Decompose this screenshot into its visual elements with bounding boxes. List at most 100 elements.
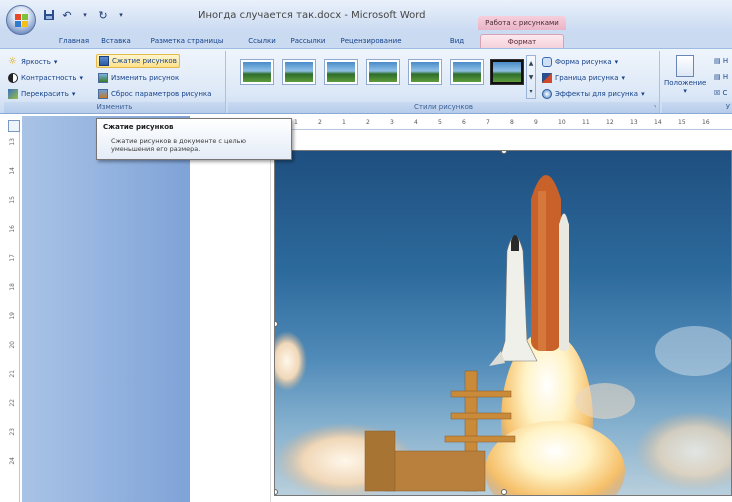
customize-qat-icon[interactable]: ▾ bbox=[114, 8, 128, 22]
vertical-ruler[interactable]: 13 14 15 16 17 18 19 20 21 22 23 24 bbox=[6, 132, 20, 502]
title-bar: ↶ ▾ ↻ ▾ Иногда случается так.docx - Micr… bbox=[0, 0, 732, 35]
brightness-button[interactable]: ☼ Яркость ▾ bbox=[8, 55, 57, 69]
office-logo-icon bbox=[15, 14, 28, 27]
ruler-number: 14 bbox=[654, 119, 662, 126]
arrange-group-label: У bbox=[662, 102, 732, 113]
ruler-number: 7 bbox=[486, 119, 490, 126]
ruler-number: 19 bbox=[9, 312, 16, 320]
ribbon-tabs: Главная Вставка Разметка страницы Ссылки… bbox=[0, 32, 732, 48]
picture-shape-button[interactable]: Форма рисунка ▾ bbox=[542, 55, 618, 69]
ruler-number: 4 bbox=[414, 119, 418, 126]
picture-style-1[interactable] bbox=[240, 59, 274, 85]
ruler-number: 16 bbox=[702, 119, 710, 126]
picture-style-2[interactable] bbox=[282, 59, 316, 85]
scroll-up-icon[interactable]: ▲ bbox=[529, 60, 534, 67]
recolor-button[interactable]: Перекрасить ▾ bbox=[8, 87, 75, 101]
save-icon[interactable] bbox=[42, 8, 56, 22]
scroll-down-icon[interactable]: ▼ bbox=[529, 74, 534, 81]
position-button[interactable]: Положение ▾ bbox=[664, 55, 706, 95]
ruler-number: 12 bbox=[606, 119, 614, 126]
picture-style-5[interactable] bbox=[408, 59, 442, 85]
recolor-icon bbox=[8, 89, 18, 99]
contrast-button[interactable]: Контрастность ▾ bbox=[8, 71, 83, 85]
contrast-icon bbox=[8, 73, 18, 83]
shuttle-launch-image bbox=[275, 175, 731, 495]
tooltip-description: Сжатие рисунков в документе с целью умен… bbox=[111, 137, 246, 153]
compress-pictures-tooltip: Сжатие рисунков Сжатие рисунков в докуме… bbox=[96, 118, 292, 160]
ruler-number: 13 bbox=[630, 119, 638, 126]
picture-style-6[interactable] bbox=[450, 59, 484, 85]
tab-mailings[interactable]: Рассылки bbox=[288, 34, 328, 48]
redo-icon[interactable]: ↻ bbox=[96, 8, 110, 22]
shape-icon bbox=[542, 57, 552, 67]
office-button[interactable] bbox=[6, 5, 36, 35]
ruler-number: 20 bbox=[9, 341, 16, 349]
picture-border-button[interactable]: Граница рисунка ▾ bbox=[542, 71, 625, 85]
ruler-number: 15 bbox=[9, 196, 16, 204]
horizontal-ruler[interactable]: 1 2 1 2 3 4 5 6 7 8 9 10 11 12 13 14 15 16 bbox=[290, 116, 732, 130]
styles-gallery-scroll[interactable]: ▲ ▼ ▾ bbox=[526, 55, 536, 99]
ruler-number: 11 bbox=[582, 119, 590, 126]
page-margin-line bbox=[270, 130, 271, 502]
picture-effects-button[interactable]: Эффекты для рисунка ▾ bbox=[542, 87, 645, 101]
tab-selector[interactable] bbox=[8, 120, 20, 132]
picture-tools-context-label: Работа с рисунками bbox=[478, 16, 566, 30]
arrange-group: Положение ▾ ▤ H ▤ H ☒ С У bbox=[662, 51, 732, 113]
reset-picture-icon bbox=[98, 89, 108, 99]
ruler-number: 1 bbox=[342, 119, 346, 126]
tab-references[interactable]: Ссылки bbox=[244, 34, 280, 48]
compress-pictures-button[interactable]: Сжатие рисунков bbox=[96, 54, 180, 68]
ruler-number: 23 bbox=[9, 428, 16, 436]
undo-dropdown-icon[interactable]: ▾ bbox=[78, 8, 92, 22]
ruler-number: 5 bbox=[438, 119, 442, 126]
change-picture-icon bbox=[98, 73, 108, 83]
compress-icon bbox=[99, 56, 109, 66]
gallery-more-icon[interactable]: ▾ bbox=[529, 88, 532, 95]
ruler-number: 2 bbox=[366, 119, 370, 126]
text-wrap-icon[interactable]: ☒ С bbox=[714, 89, 727, 97]
picture-style-4[interactable] bbox=[366, 59, 400, 85]
ruler-number: 6 bbox=[462, 119, 466, 126]
pencil-icon bbox=[542, 73, 552, 83]
ribbon: ☼ Яркость ▾ Контрастность ▾ Перекрасить ▾ С… bbox=[0, 48, 732, 114]
tab-format[interactable]: Формат bbox=[480, 34, 564, 48]
picture-style-3[interactable] bbox=[324, 59, 358, 85]
effects-icon bbox=[542, 89, 552, 99]
ruler-number: 14 bbox=[9, 167, 16, 175]
position-icon bbox=[676, 55, 695, 77]
tab-review[interactable]: Рецензирование bbox=[336, 34, 406, 48]
adjust-group-label: Изменить bbox=[4, 102, 225, 113]
tab-page-layout[interactable]: Разметка страницы bbox=[146, 34, 228, 48]
ruler-number: 13 bbox=[9, 138, 16, 146]
dialog-launcher-icon[interactable]: ⌝ bbox=[653, 105, 656, 112]
picture-style-7[interactable] bbox=[490, 59, 524, 85]
ruler-number: 2 bbox=[318, 119, 322, 126]
reset-picture-button[interactable]: Сброс параметров рисунка bbox=[98, 87, 211, 101]
tab-view[interactable]: Вид bbox=[446, 34, 468, 48]
ruler-number: 8 bbox=[510, 119, 514, 126]
picture-styles-group-label: Стили рисунков bbox=[228, 102, 659, 113]
workspace-background bbox=[22, 116, 190, 502]
picture-styles-group: ▲ ▼ ▾ Форма рисунка ▾ Граница рисунка ▾ Эф… bbox=[228, 51, 660, 113]
ruler-number: 16 bbox=[9, 225, 16, 233]
selected-picture-shuttle-launch[interactable] bbox=[274, 150, 732, 496]
send-back-icon[interactable]: ▤ H bbox=[714, 73, 728, 81]
ruler-number: 9 bbox=[534, 119, 538, 126]
change-picture-button[interactable]: Изменить рисунок bbox=[98, 71, 179, 85]
undo-icon[interactable]: ↶ bbox=[60, 8, 74, 22]
ruler-number: 24 bbox=[9, 457, 16, 465]
ruler-number: 18 bbox=[9, 283, 16, 291]
quick-access-toolbar: ↶ ▾ ↻ ▾ bbox=[42, 6, 128, 24]
ruler-number: 10 bbox=[558, 119, 566, 126]
ruler-number: 21 bbox=[9, 370, 16, 378]
ruler-number: 15 bbox=[678, 119, 686, 126]
adjust-group: ☼ Яркость ▾ Контрастность ▾ Перекрасить ▾ С… bbox=[4, 51, 226, 113]
ruler-number: 22 bbox=[9, 399, 16, 407]
tooltip-title: Сжатие рисунков bbox=[103, 123, 174, 131]
resize-handle-bottom[interactable] bbox=[501, 489, 507, 495]
brightness-icon: ☼ bbox=[8, 56, 17, 67]
tab-insert[interactable]: Вставка bbox=[98, 34, 134, 48]
ruler-number: 17 bbox=[9, 254, 16, 262]
tab-home[interactable]: Главная bbox=[56, 34, 92, 48]
bring-front-icon[interactable]: ▤ H bbox=[714, 57, 728, 65]
